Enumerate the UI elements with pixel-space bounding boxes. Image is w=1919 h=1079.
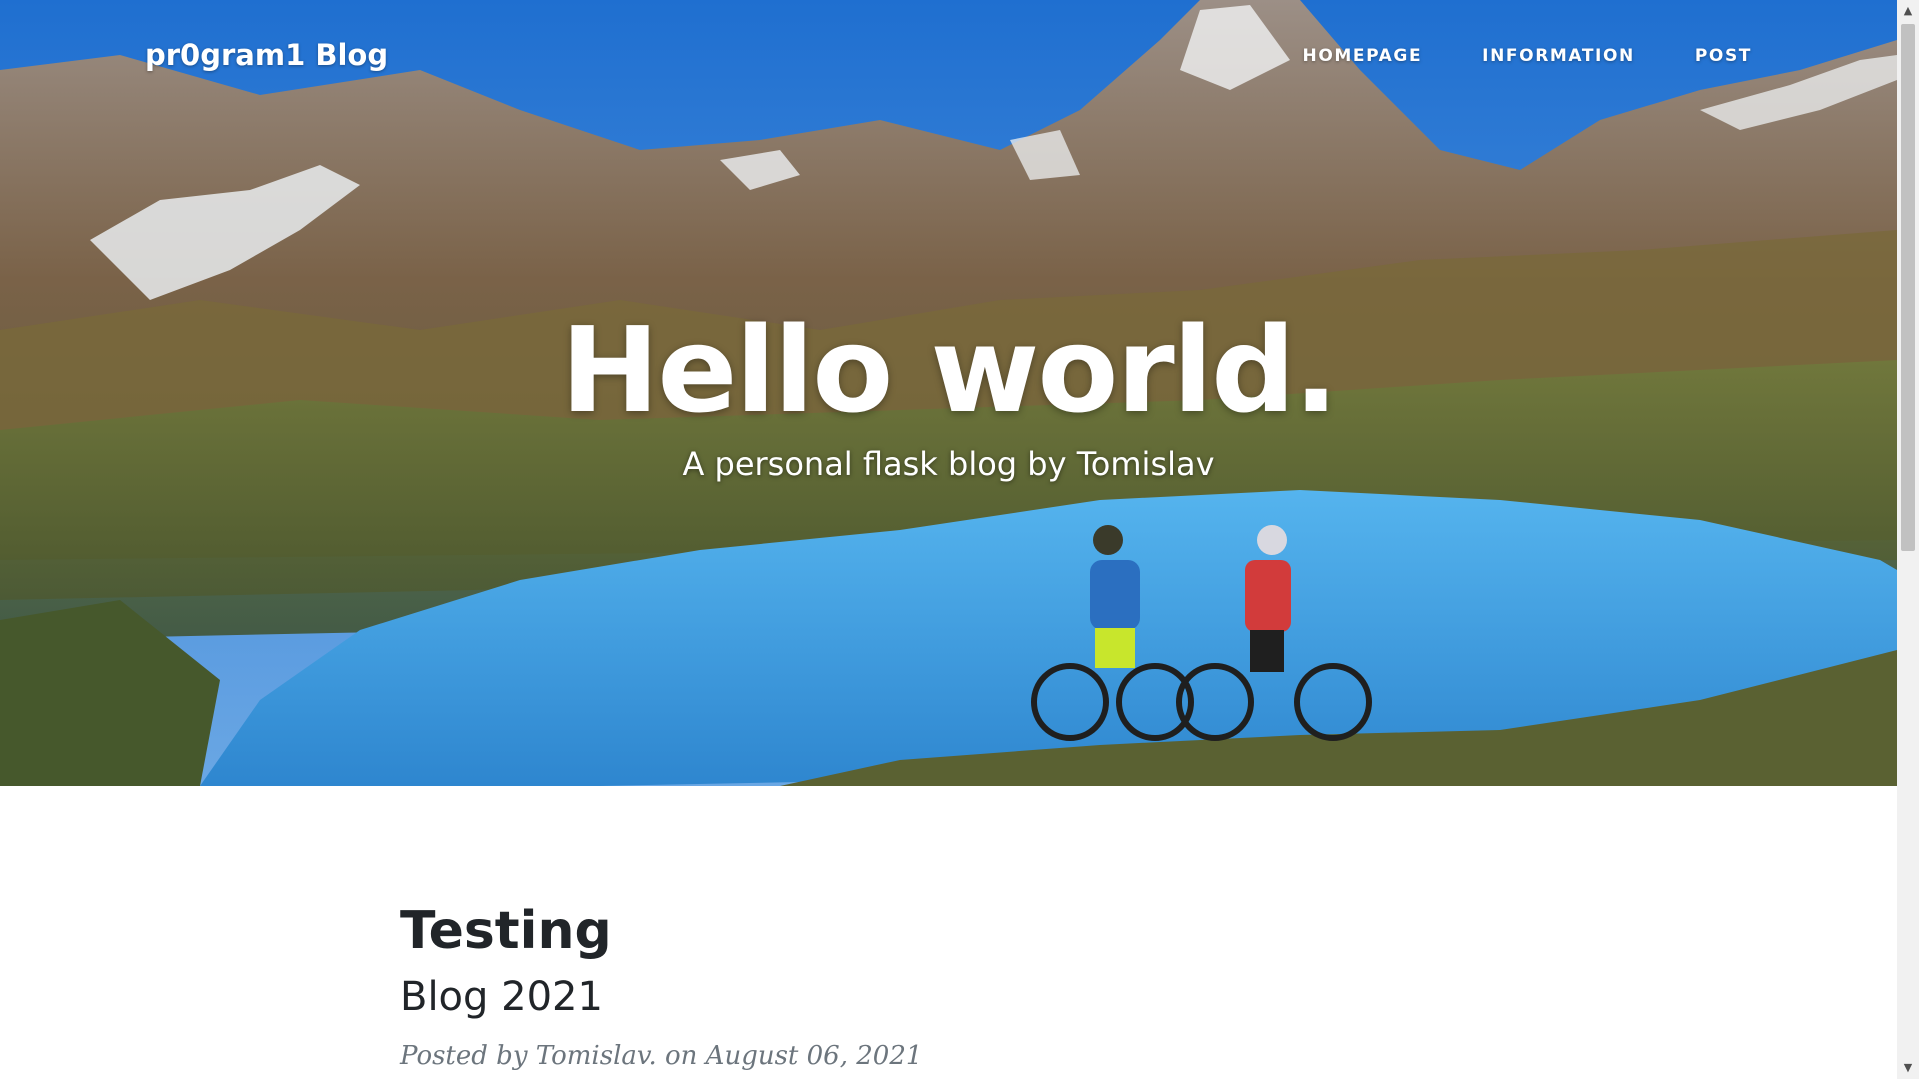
post-preview: Testing Blog 2021 Posted by Tomislav. on… bbox=[400, 900, 1500, 1074]
nav-link-information[interactable]: Information bbox=[1482, 46, 1635, 66]
site-brand-link[interactable]: pr0gram1 Blog bbox=[145, 38, 388, 72]
post-meta: Posted by Tomislav. on August 06, 2021 bbox=[400, 1041, 923, 1071]
page-header-hero: pr0gram1 Blog Homepage Information Post … bbox=[0, 0, 1897, 786]
nav-link-post[interactable]: Post bbox=[1695, 46, 1752, 66]
post-subtitle: Blog 2021 bbox=[400, 974, 603, 1020]
page-viewport: pr0gram1 Blog Homepage Information Post … bbox=[0, 0, 1897, 1079]
vertical-scrollbar[interactable]: ▲ ▼ bbox=[1897, 0, 1919, 1079]
post-title-link[interactable]: Testing bbox=[400, 900, 1500, 962]
hero-subheading: A personal flask blog by Tomislav bbox=[682, 445, 1215, 483]
nav-link-homepage[interactable]: Homepage bbox=[1303, 46, 1423, 66]
hero-heading: Hello world. bbox=[560, 301, 1339, 439]
main-navigation: Homepage Information Post bbox=[1243, 46, 1752, 66]
scroll-up-arrow-icon[interactable]: ▲ bbox=[1897, 0, 1919, 22]
scrollbar-thumb[interactable] bbox=[1901, 24, 1915, 551]
scroll-down-arrow-icon[interactable]: ▼ bbox=[1897, 1057, 1919, 1079]
